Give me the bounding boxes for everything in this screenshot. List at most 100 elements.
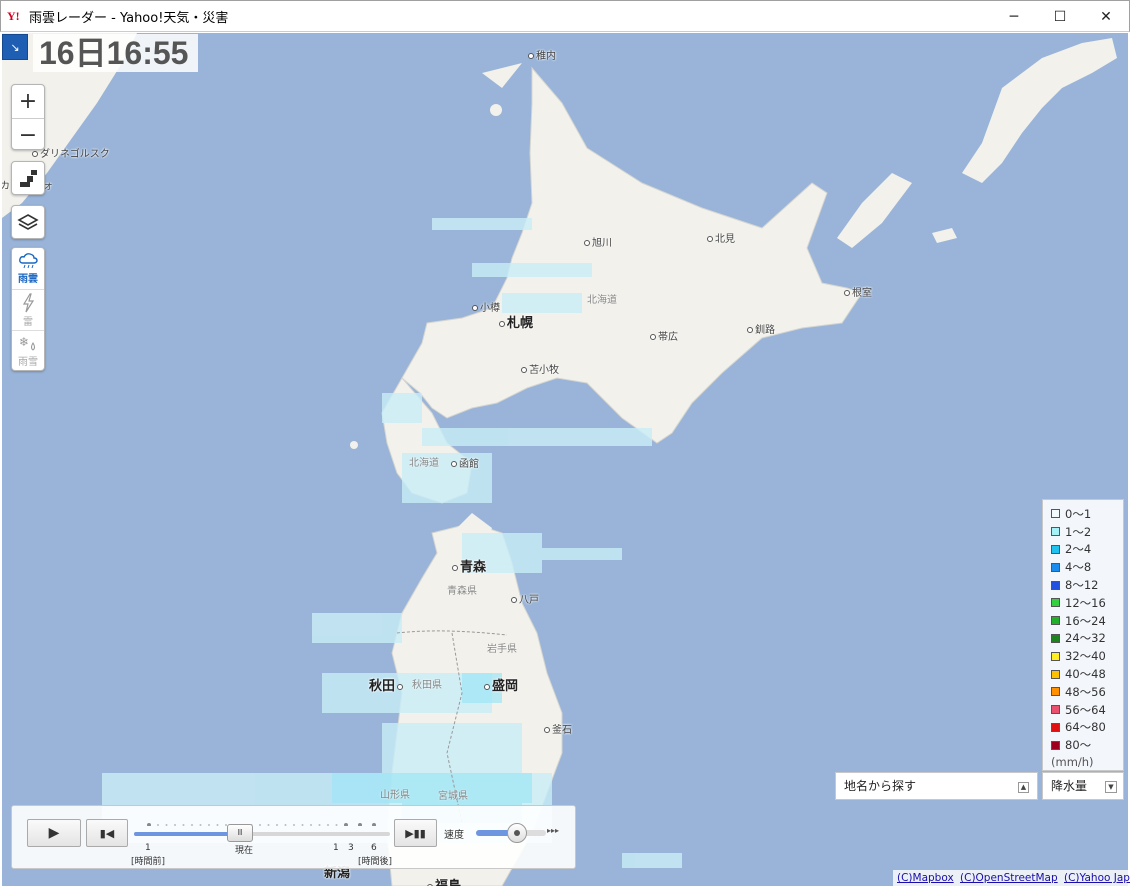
region-iwate: 岩手県 [487, 644, 517, 655]
snow-rain-icon: ❄ [19, 335, 35, 351]
legend-swatch [1051, 527, 1060, 537]
place-akita: 秋田 [369, 675, 405, 694]
region-aomori: 青森県 [447, 586, 477, 597]
playback-panel: ▶ ▮◀ Ⅲ 1 [時間前] 現在 1 3 6 [時間後] ▶▮▮ 速度 ▸▸▸ [11, 805, 576, 869]
place-morioka: 盛岡 [484, 675, 518, 694]
mode-rain[interactable]: 雨雲 [12, 248, 44, 289]
legend-swatch [1051, 633, 1060, 643]
place-hakodate: 函館 [451, 455, 479, 470]
timeline-progress [134, 832, 242, 836]
legend-swatch [1051, 580, 1060, 590]
place-sapporo: 札幌 [499, 312, 533, 331]
map-attribution: (C)Mapbox (C)OpenStreetMap (C)Yahoo Japa… [893, 870, 1130, 886]
minimize-button[interactable]: ─ [991, 1, 1037, 32]
region-miyagi: 宮城県 [438, 791, 468, 802]
label-1h-after: 1 [333, 843, 339, 853]
legend-swatch [1051, 669, 1060, 679]
window-titlebar: Y! 雨雲レーダー - Yahoo!天気・災害 ─ ☐ ✕ [0, 0, 1130, 32]
label-hours-before: [時間前] [131, 857, 166, 867]
legend-swatch [1051, 722, 1060, 732]
legend-row: 0〜1 [1051, 505, 1123, 523]
caret-down-icon: ▼ [1105, 781, 1117, 793]
place-kushiro: 釧路 [747, 321, 775, 336]
place-tomakomai: 苫小牧 [521, 361, 559, 376]
play-pause-button[interactable]: ▶▮▮ [394, 819, 437, 847]
mode-snow[interactable]: ❄ 雨雪 [12, 330, 44, 371]
precip-type-label: 降水量 [1051, 779, 1088, 793]
legend-swatch [1051, 509, 1060, 519]
mode-lightning-label: 雷 [23, 316, 33, 328]
legend-row: 48〜56 [1051, 683, 1123, 701]
japan-view-button[interactable] [11, 161, 45, 195]
timeline-slider[interactable] [134, 832, 390, 836]
layers-icon [17, 214, 39, 230]
step-back-button[interactable]: ▮◀ [86, 819, 128, 847]
place-hachinohe: 八戸 [511, 591, 539, 606]
legend-row: 1〜2 [1051, 523, 1123, 541]
layers-button[interactable] [11, 205, 45, 239]
legend-row: 12〜16 [1051, 594, 1123, 612]
legend-label: 12〜16 [1065, 595, 1106, 610]
caret-up-icon: ▲ [1018, 782, 1029, 793]
region-hokkaido: 北海道 [587, 295, 617, 306]
radar-timestamp: 16日16:55 [33, 34, 199, 72]
legend-label: 80〜 [1065, 738, 1092, 753]
mode-rain-label: 雨雲 [18, 274, 38, 285]
place-kamaishi: 釜石 [544, 721, 572, 736]
legend-row: 40〜48 [1051, 665, 1123, 683]
place-aomori: 青森 [452, 556, 486, 575]
label-1h-before: 1 [145, 843, 151, 853]
mode-lightning[interactable]: 雷 [12, 289, 44, 330]
label-6h-after: 6 [371, 843, 377, 853]
place-fukushima: 福島 [427, 875, 461, 886]
window-controls: ─ ☐ ✕ [991, 1, 1129, 32]
play-button[interactable]: ▶ [27, 819, 81, 847]
close-button[interactable]: ✕ [1083, 1, 1129, 32]
legend-label: 64〜80 [1065, 720, 1106, 735]
legend-label: 56〜64 [1065, 702, 1106, 717]
mode-selector: 雨雲 雷 ❄ 雨雪 [11, 247, 45, 371]
precipitation-legend: 0〜1 1〜2 2〜4 4〜8 8〜12 12〜16 16〜24 24〜32 32〜40 40〜4… [1042, 499, 1124, 771]
legend-row: 80〜 [1051, 736, 1123, 754]
region-hokkaido-2: 北海道 [409, 458, 439, 469]
timeline-ticks [147, 823, 376, 826]
label-hours-after: [時間後] [358, 857, 393, 867]
label-now: 現在 [235, 846, 254, 856]
speed-thumb[interactable] [507, 823, 527, 843]
legend-row: 2〜4 [1051, 541, 1123, 559]
legend-row: 32〜40 [1051, 647, 1123, 665]
attrib-osm-link[interactable]: (C)OpenStreetMap [960, 872, 1058, 884]
timeline-thumb[interactable]: Ⅲ [227, 824, 253, 842]
collapse-arrow-icon[interactable]: ↘ [2, 34, 28, 60]
place-kitami: 北見 [707, 230, 735, 245]
svg-text:❄: ❄ [19, 335, 29, 349]
attrib-yahoo-link[interactable]: (C)Yahoo Japan [1064, 872, 1130, 884]
legend-row: 4〜8 [1051, 558, 1123, 576]
legend-row: 24〜32 [1051, 630, 1123, 648]
radar-map[interactable]: 稚内 旭川 北見 根室 小樽 札幌 北海道 帯広 釧路 苫小牧 北海道 函館 青… [2, 33, 1128, 886]
precip-type-dropdown[interactable]: 降水量 ▼ [1042, 772, 1124, 800]
region-akita: 秋田県 [412, 680, 442, 691]
legend-swatch [1051, 651, 1060, 661]
legend-row: 56〜64 [1051, 701, 1123, 719]
legend-label: 8〜12 [1065, 578, 1099, 593]
legend-label: 32〜40 [1065, 649, 1106, 664]
attrib-mapbox-link[interactable]: (C)Mapbox [897, 872, 954, 884]
legend-swatch [1051, 562, 1060, 572]
zoom-out-button[interactable]: − [12, 118, 44, 151]
lightning-icon [22, 292, 35, 312]
legend-label: 16〜24 [1065, 613, 1106, 628]
legend-swatch [1051, 544, 1060, 554]
window-title: 雨雲レーダー - Yahoo!天気・災害 [29, 10, 229, 26]
place-search-dropdown[interactable]: 地名から探す ▲ [835, 772, 1038, 800]
legend-label: 4〜8 [1065, 560, 1092, 575]
legend-swatch [1051, 740, 1060, 750]
maximize-button[interactable]: ☐ [1037, 1, 1083, 32]
legend-swatch [1051, 687, 1060, 697]
region-yamagata: 山形県 [380, 790, 410, 801]
legend-label: 48〜56 [1065, 684, 1106, 699]
zoom-in-button[interactable]: + [12, 85, 44, 118]
place-wakkanai: 稚内 [528, 47, 556, 62]
legend-swatch [1051, 705, 1060, 715]
cloud-rain-icon [19, 253, 38, 269]
